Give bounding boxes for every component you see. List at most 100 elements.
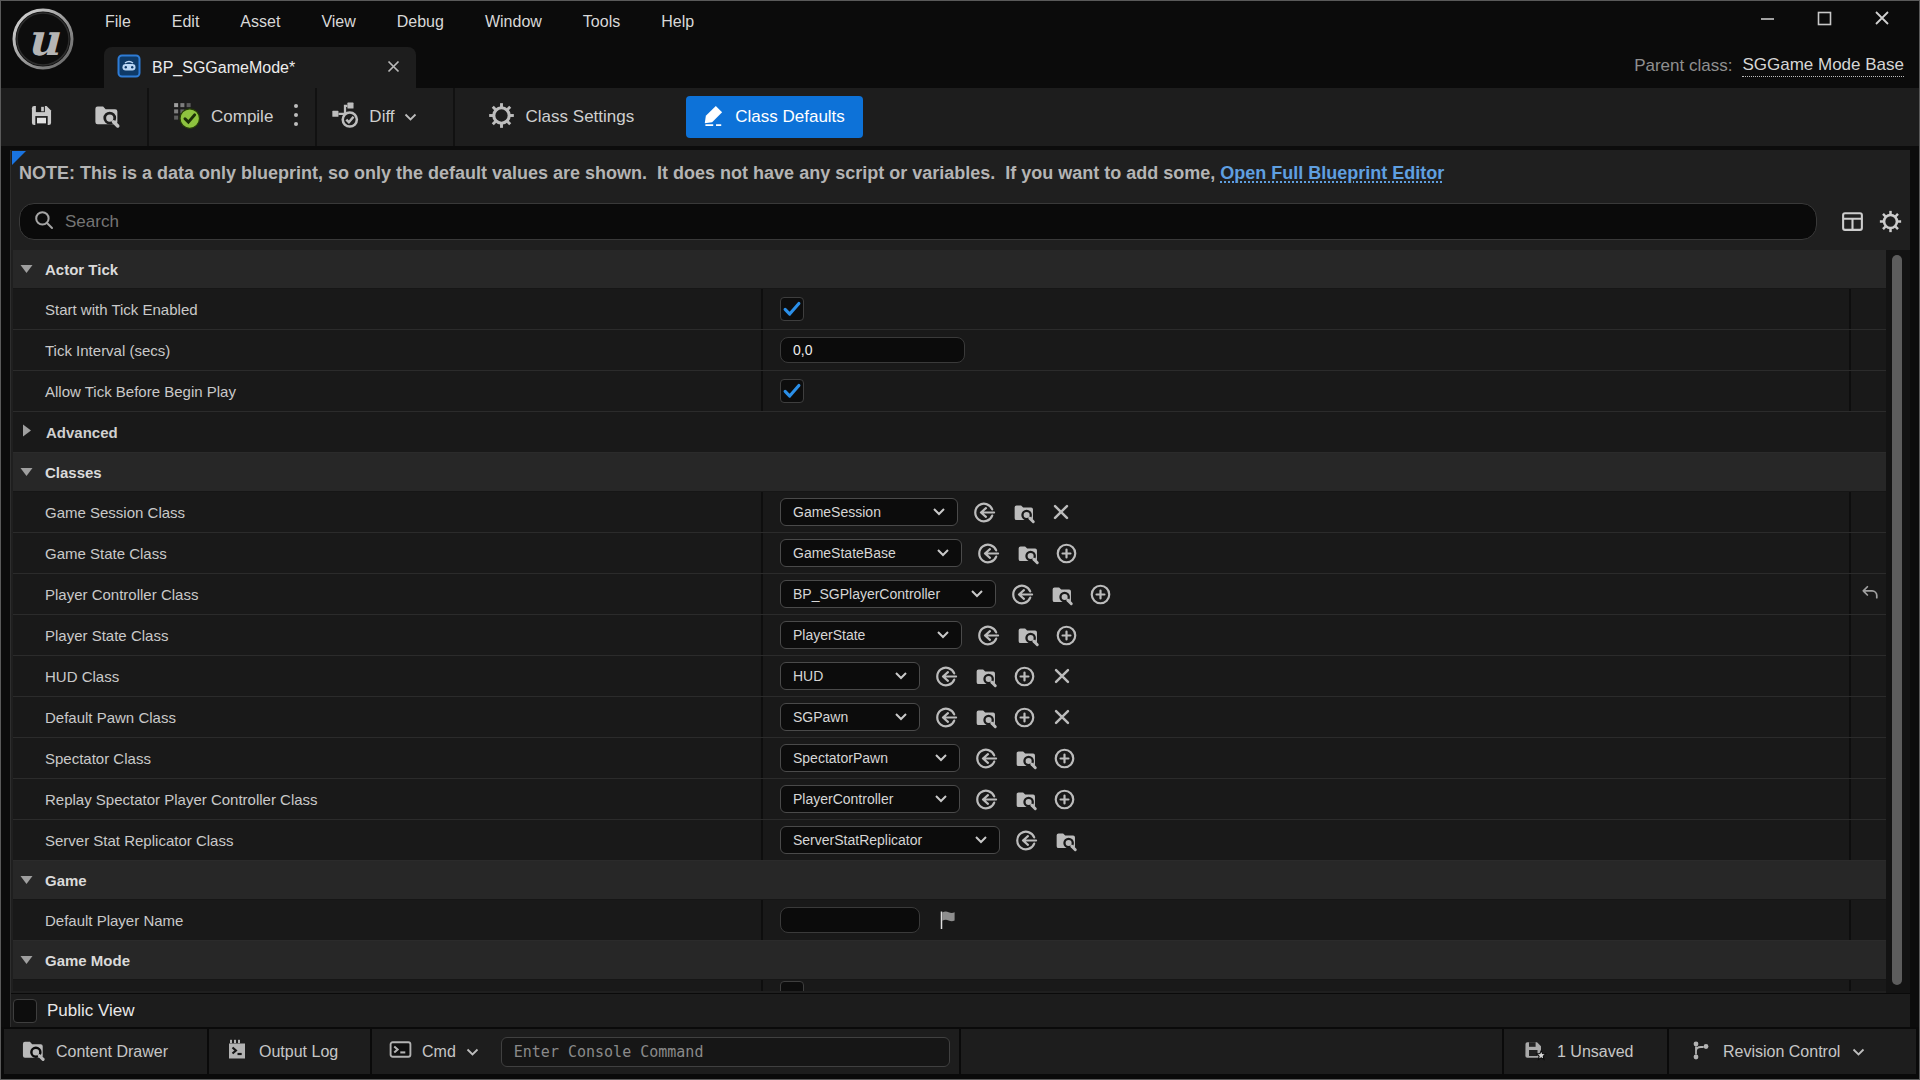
menu-item-window[interactable]: Window — [485, 13, 542, 31]
diff-chevron-down-icon[interactable] — [404, 108, 417, 126]
property-text-input[interactable] — [780, 907, 920, 933]
create-new-asset-icon[interactable] — [1054, 541, 1079, 566]
class-defaults-button[interactable]: Class Defaults — [686, 96, 863, 138]
property-checkbox[interactable] — [780, 297, 804, 321]
scrollbar-track[interactable] — [1886, 250, 1910, 993]
menu-item-debug[interactable]: Debug — [397, 13, 444, 31]
browse-to-asset-icon[interactable] — [973, 705, 998, 730]
browse-to-asset-icon[interactable] — [1013, 787, 1038, 812]
use-selected-asset-icon[interactable] — [972, 500, 997, 525]
search-input[interactable] — [65, 212, 1465, 232]
console-command-input[interactable] — [514, 1043, 934, 1061]
use-selected-asset-icon[interactable] — [976, 623, 1001, 648]
use-selected-asset-icon[interactable] — [976, 541, 1001, 566]
create-new-asset-icon[interactable] — [1012, 664, 1037, 689]
clear-asset-icon[interactable] — [1051, 706, 1073, 728]
use-selected-asset-icon[interactable] — [974, 787, 999, 812]
menu-item-asset[interactable]: Asset — [240, 13, 280, 31]
menu-item-help[interactable]: Help — [661, 13, 694, 31]
menu-item-view[interactable]: View — [321, 13, 355, 31]
browse-to-asset-icon[interactable] — [1015, 541, 1040, 566]
clear-asset-icon[interactable] — [1051, 665, 1073, 687]
close-button[interactable] — [1874, 10, 1890, 30]
property-checkbox[interactable] — [780, 379, 804, 403]
class-dropdown[interactable]: PlayerController — [780, 785, 960, 813]
category-row-classes[interactable]: Classes — [13, 453, 1887, 492]
tab-close-icon[interactable] — [387, 59, 400, 77]
property-row-row — [13, 980, 1887, 991]
diff-icon[interactable] — [329, 99, 361, 135]
class-settings-gear-icon[interactable] — [487, 101, 516, 134]
cmd-chevron-down-icon[interactable] — [466, 1043, 479, 1061]
browse-to-asset-icon[interactable] — [1049, 582, 1074, 607]
minimize-button[interactable] — [1760, 11, 1775, 30]
maximize-button[interactable] — [1817, 11, 1832, 30]
output-log-button[interactable]: Output Log — [209, 1029, 370, 1074]
cmd-icon[interactable] — [388, 1037, 413, 1066]
browse-asset-button[interactable] — [91, 100, 121, 134]
property-label: Start with Tick Enabled — [13, 289, 763, 329]
class-dropdown[interactable]: PlayerState — [780, 621, 962, 649]
class-dropdown[interactable]: SpectatorPawn — [780, 744, 960, 772]
clear-asset-icon[interactable] — [1050, 501, 1072, 523]
category-row-game-mode[interactable]: Game Mode — [13, 941, 1887, 980]
create-new-asset-icon[interactable] — [1012, 705, 1037, 730]
console-command-box[interactable] — [501, 1037, 950, 1067]
diff-label[interactable]: Diff — [369, 107, 394, 127]
browse-to-asset-icon[interactable] — [1053, 828, 1078, 853]
view-options-icon[interactable] — [1840, 209, 1865, 238]
use-selected-asset-icon[interactable] — [1010, 582, 1035, 607]
compile-button[interactable] — [171, 100, 201, 134]
revision-control-button[interactable]: Revision Control — [1669, 1029, 1916, 1074]
asset-tab[interactable]: BP_SGGameMode* — [104, 47, 416, 88]
category-row-actor-tick[interactable]: Actor Tick — [13, 250, 1887, 289]
use-selected-asset-icon[interactable] — [934, 705, 959, 730]
collapsed-arrow-icon[interactable] — [22, 423, 32, 441]
compile-label[interactable]: Compile — [211, 107, 273, 127]
expand-arrow-icon[interactable] — [20, 951, 33, 969]
class-dropdown[interactable]: GameSession — [780, 498, 958, 526]
menu-item-edit[interactable]: Edit — [172, 13, 200, 31]
cmd-label[interactable]: Cmd — [422, 1043, 456, 1061]
unreal-logo[interactable]: u — [12, 8, 74, 70]
class-dropdown[interactable]: ServerStatReplicator — [780, 826, 1000, 854]
reset-to-default-icon[interactable] — [1858, 581, 1881, 608]
expand-arrow-icon[interactable] — [20, 463, 33, 481]
compile-options-kebab-icon[interactable] — [293, 102, 299, 132]
create-new-asset-icon[interactable] — [1052, 787, 1077, 812]
property-checkbox[interactable] — [780, 981, 804, 991]
scrollbar-thumb[interactable] — [1892, 255, 1902, 985]
create-new-asset-icon[interactable] — [1088, 582, 1113, 607]
use-selected-asset-icon[interactable] — [1014, 828, 1039, 853]
use-selected-asset-icon[interactable] — [974, 746, 999, 771]
detail-settings-gear-icon[interactable] — [1878, 209, 1903, 238]
browse-to-asset-icon[interactable] — [973, 664, 998, 689]
flag-icon[interactable] — [934, 908, 958, 932]
create-new-asset-icon[interactable] — [1054, 623, 1079, 648]
advanced-row[interactable]: Advanced — [13, 412, 1887, 453]
parent-class-link[interactable]: SGGame Mode Base — [1742, 55, 1904, 77]
browse-to-asset-icon[interactable] — [1011, 500, 1036, 525]
create-new-asset-icon[interactable] — [1052, 746, 1077, 771]
use-selected-asset-icon[interactable] — [934, 664, 959, 689]
property-row-replay-spectator-player-controller-class: Replay Spectator Player Controller Class… — [13, 779, 1887, 820]
class-dropdown[interactable]: HUD — [780, 662, 920, 690]
property-text-input[interactable]: 0,0 — [780, 337, 965, 363]
search-box[interactable] — [19, 203, 1817, 240]
class-dropdown[interactable]: SGPawn — [780, 703, 920, 731]
class-settings-label[interactable]: Class Settings — [526, 107, 635, 127]
public-view-checkbox[interactable] — [13, 999, 37, 1023]
save-button[interactable] — [28, 102, 55, 133]
menu-item-file[interactable]: File — [105, 13, 131, 31]
content-drawer-button[interactable]: Content Drawer — [4, 1029, 207, 1074]
browse-to-asset-icon[interactable] — [1013, 746, 1038, 771]
open-full-blueprint-editor-link[interactable]: Open Full Blueprint Editor — [1220, 163, 1444, 184]
class-dropdown[interactable]: BP_SGPlayerController — [780, 580, 996, 608]
expand-arrow-icon[interactable] — [20, 260, 33, 278]
class-dropdown[interactable]: GameStateBase — [780, 539, 962, 567]
category-row-game[interactable]: Game — [13, 861, 1887, 900]
unsaved-status-button[interactable]: 1 Unsaved — [1504, 1029, 1667, 1074]
menu-item-tools[interactable]: Tools — [583, 13, 620, 31]
expand-arrow-icon[interactable] — [20, 871, 33, 889]
browse-to-asset-icon[interactable] — [1015, 623, 1040, 648]
